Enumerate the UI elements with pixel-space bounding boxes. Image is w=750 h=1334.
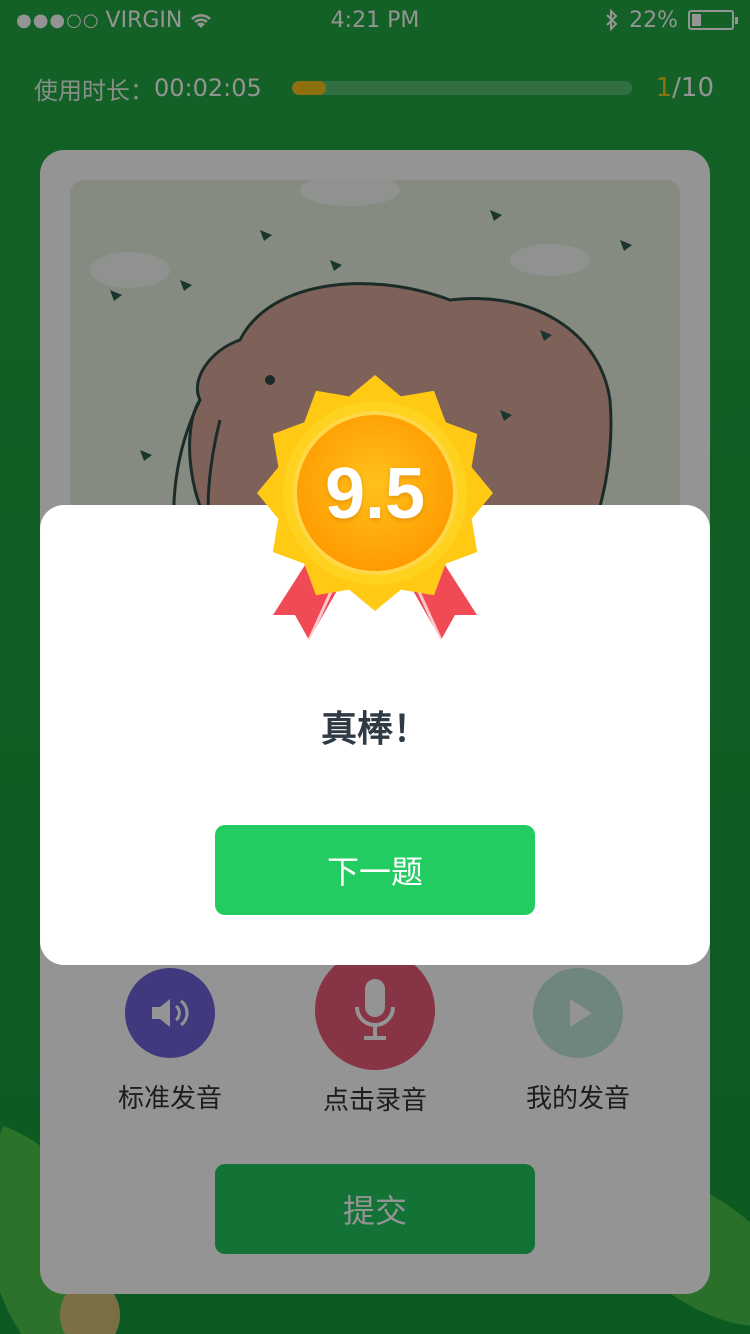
score-value: 9.5 [324, 454, 426, 534]
score-badge: 9.5 [245, 365, 505, 655]
next-question-button[interactable]: 下一题 [215, 825, 535, 915]
praise-title: 真棒！ [320, 709, 429, 750]
